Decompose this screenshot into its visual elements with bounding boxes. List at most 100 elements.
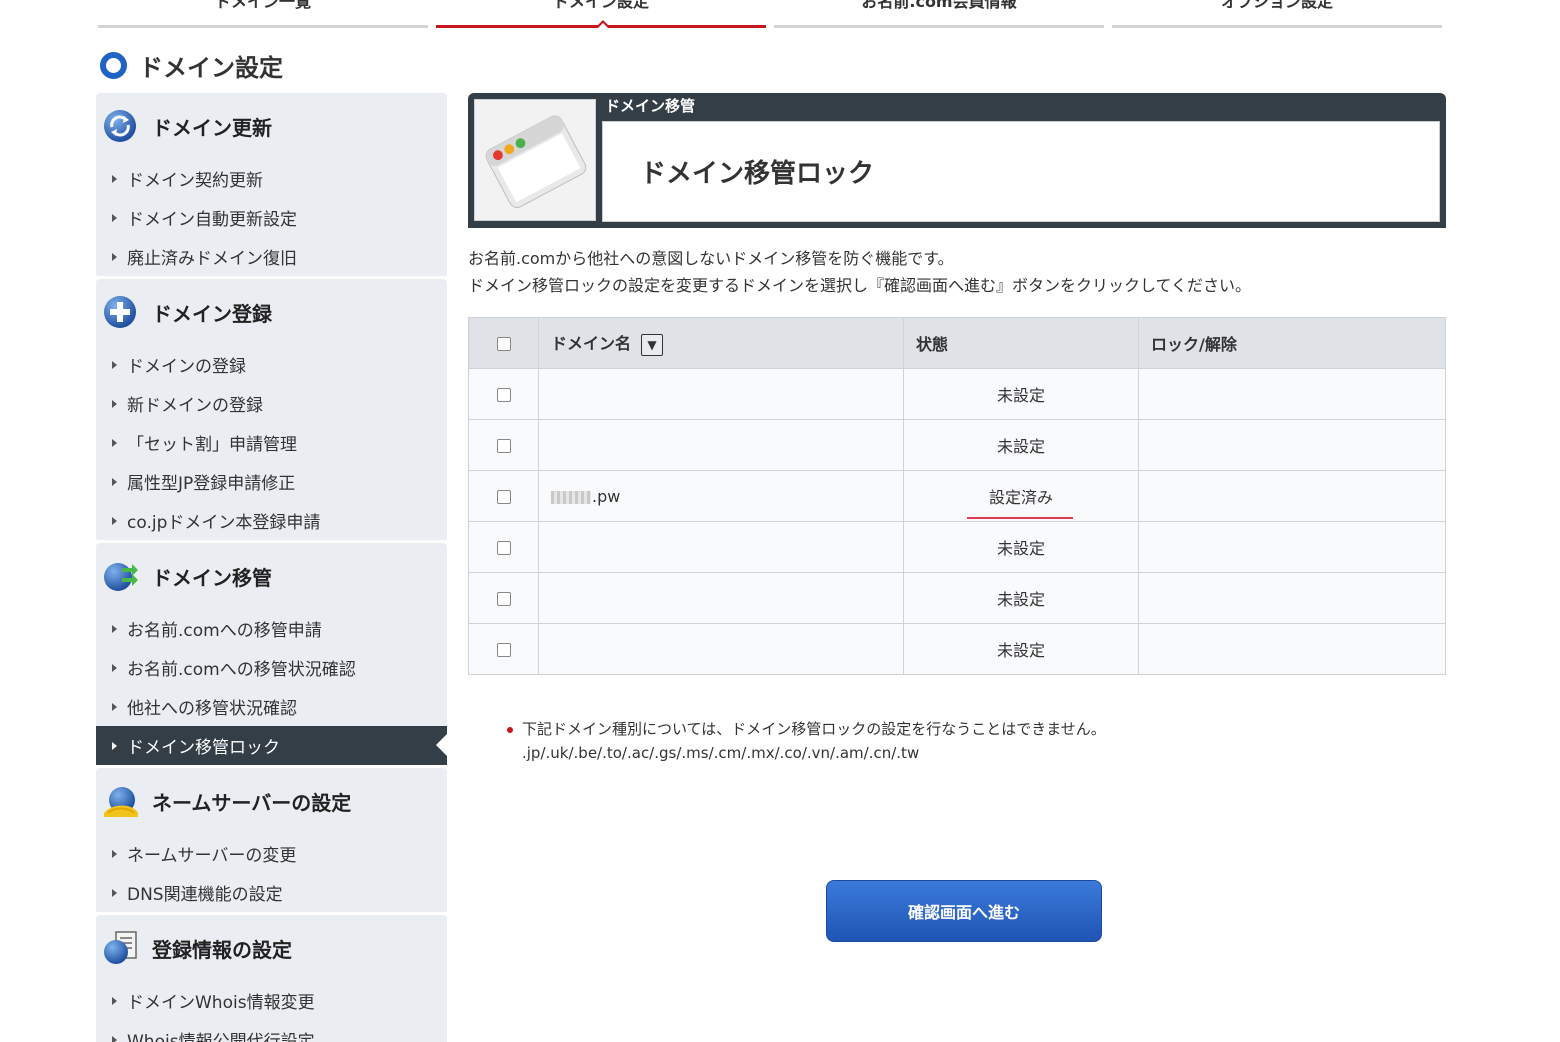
domain-cell [538,419,904,471]
section-title: ドメイン移管ロック [640,159,875,189]
sidebar-item-outbound-transfer-status[interactable]: 他社への移管状況確認 [96,687,447,726]
row-checkbox[interactable] [496,592,511,606]
confirm-button[interactable]: 確認画面へ進む [826,880,1102,942]
sidebar-item-change-nameserver[interactable]: ネームサーバーの変更 [96,834,447,873]
row-checkbox[interactable] [496,490,511,504]
row-checkbox-cell [468,572,539,624]
lock-cell [1138,470,1446,522]
sidebar-item-transfer-status[interactable]: お名前.comへの移管状況確認 [96,648,447,687]
state-cell: 設定済み [903,470,1139,522]
row-checkbox-cell [468,470,539,522]
lock-cell [1138,521,1446,573]
page-title: ドメイン設定 [139,53,283,82]
lock-cell [1138,419,1446,471]
sidebar-item-auto-renewal[interactable]: ドメイン自動更新設定 [96,198,447,237]
header-domain: ドメイン名 ▼ [538,317,904,369]
sidebar-heading-label: ドメイン更新 [152,115,272,140]
state-cell: 未設定 [903,419,1139,471]
table-row: 未設定 [468,419,1446,471]
tab-option-settings[interactable]: オプション設定 [1112,0,1442,28]
top-tab-bar: ドメイン一覧 ドメイン設定 お名前.com会員情報 オプション設定 [98,0,1443,30]
bullet-triangle-icon [112,1035,117,1042]
bullet-triangle-icon [112,741,117,750]
sidebar-item-transfer-lock[interactable]: ドメイン移管ロック [96,726,447,765]
sidebar-item-set-discount[interactable]: 「セット割」申請管理 [96,423,447,462]
bullet-triangle-icon [112,174,117,183]
bullet-triangle-icon [112,438,117,447]
domain-table: ドメイン名 ▼ 状態 ロック/解除 未設定 未設定 .pw 設定済み 未設定 未… [468,317,1446,675]
sidebar-item-transfer-request[interactable]: お名前.comへの移管申請 [96,609,447,648]
page-title-bar: ドメイン設定 [100,48,283,82]
refresh-icon [104,110,136,142]
table-row: .pw 設定済み [468,470,1446,522]
bullet-triangle-icon [112,996,117,1005]
section-category: ドメイン移管 [605,97,696,115]
table-row: 未設定 [468,572,1446,624]
sidebar-heading-label: ドメイン移管 [152,565,272,590]
tab-member-info[interactable]: お名前.com会員情報 [774,0,1104,28]
state-cell: 未設定 [903,572,1139,624]
sidebar-item-cojp-registration[interactable]: co.jpドメイン本登録申請 [96,501,447,540]
sidebar-item-new-domain-registration[interactable]: 新ドメインの登録 [96,384,447,423]
sidebar-heading-registration-info: 登録情報の設定 [96,915,447,981]
table-row: 未設定 [468,521,1446,573]
bullet-triangle-icon [112,888,117,897]
sidebar-section-registration: ドメイン登録 ドメインの登録 新ドメインの登録 「セット割」申請管理 属性型JP… [96,279,447,540]
domain-cell: .pw [538,470,904,522]
window-icon [485,115,587,208]
sidebar-item-contract-renewal[interactable]: ドメイン契約更新 [96,159,447,198]
domain-cell [538,572,904,624]
sidebar-section-transfer: ドメイン移管 お名前.comへの移管申請 お名前.comへの移管状況確認 他社へ… [96,543,447,765]
bullet-triangle-icon [112,702,117,711]
note: 下記ドメイン種別については、ドメイン移管ロックの設定を行なうことはできません。 … [468,717,1446,765]
tab-domain-list[interactable]: ドメイン一覧 [98,0,428,28]
row-checkbox-cell [468,368,539,420]
select-all-checkbox[interactable] [496,337,511,351]
description-line-1: お名前.comから他社への意図しないドメイン移管を防ぐ機能です。 [468,249,954,268]
lock-cell [1138,572,1446,624]
bullet-triangle-icon [112,477,117,486]
section-header-panel: ドメイン移管 ドメイン移管ロック [468,93,1446,228]
state-cell: 未設定 [903,521,1139,573]
sidebar-item-whois-proxy[interactable]: Whois情報公開代行設定 [96,1020,447,1042]
domain-cell [538,623,904,675]
bullet-triangle-icon [112,849,117,858]
sidebar-item-domain-registration[interactable]: ドメインの登録 [96,345,447,384]
sidebar-item-whois-change[interactable]: ドメインWhois情報変更 [96,981,447,1020]
nameserver-icon [104,787,138,817]
note-line-2: .jp/.uk/.be/.to/.ac/.gs/.ms/.cm/.mx/.co/… [522,744,920,762]
bullet-triangle-icon [112,399,117,408]
domain-cell [538,521,904,573]
select-all-cell [468,317,539,369]
main-content: ドメイン移管 ドメイン移管ロック お名前.comから他社への意図しないドメイン移… [468,93,1446,765]
sidebar-item-jp-attribute[interactable]: 属性型JP登録申請修正 [96,462,447,501]
table-row: 未設定 [468,368,1446,420]
lock-cell [1138,623,1446,675]
section-title-box: ドメイン移管ロック [602,121,1440,222]
sidebar-heading-nameserver: ネームサーバーの設定 [96,768,447,834]
tab-domain-settings[interactable]: ドメイン設定 [436,0,766,29]
plus-icon [104,296,136,328]
description-line-2: ドメイン移管ロックの設定を変更するドメインを選択し『確認画面へ進む』ボタンをクリ… [468,276,1252,295]
row-checkbox[interactable] [496,541,511,555]
bullet-triangle-icon [112,360,117,369]
sidebar-heading-label: ドメイン登録 [152,301,272,326]
lock-cell [1138,368,1446,420]
bullet-triangle-icon [112,213,117,222]
state-highlight: 設定済み [966,484,1074,519]
header-state: 状態 [903,317,1139,369]
row-checkbox[interactable] [496,643,511,657]
sort-down-icon[interactable]: ▼ [641,333,664,356]
header-lock: ロック/解除 [1138,317,1446,369]
bullet-triangle-icon [112,516,117,525]
sidebar-item-dns-settings[interactable]: DNS関連機能の設定 [96,873,447,912]
description: お名前.comから他社への意図しないドメイン移管を防ぐ機能です。 ドメイン移管ロ… [468,245,1446,299]
sidebar-heading-transfer: ドメイン移管 [96,543,447,609]
row-checkbox[interactable] [496,439,511,453]
sidebar-item-restore-domain[interactable]: 廃止済みドメイン復旧 [96,237,447,276]
active-tab-caret-icon [595,20,611,29]
row-checkbox-cell [468,419,539,471]
sidebar-section-registration-info: 登録情報の設定 ドメインWhois情報変更 Whois情報公開代行設定 [96,915,447,1042]
note-line-1: 下記ドメイン種別については、ドメイン移管ロックの設定を行なうことはできません。 [522,720,1106,738]
row-checkbox[interactable] [496,388,511,402]
